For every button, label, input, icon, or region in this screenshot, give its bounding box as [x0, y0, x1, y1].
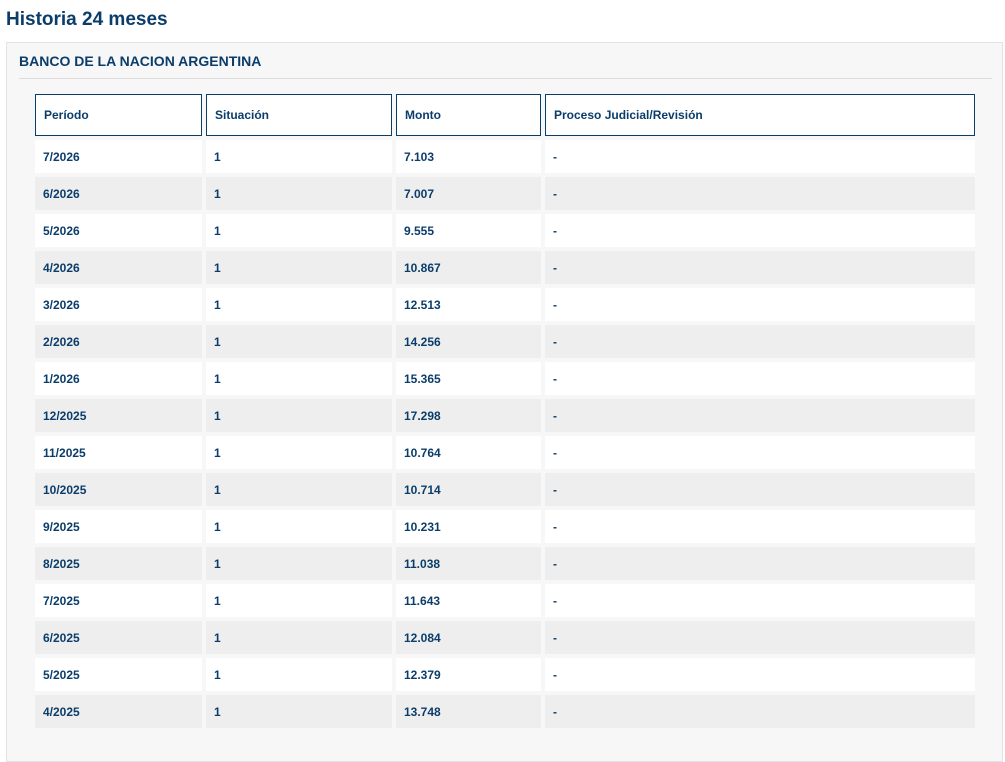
cell-monto: 14.256 — [396, 325, 541, 358]
cell-monto: 12.084 — [396, 621, 541, 654]
header-situacion: Situación — [206, 94, 392, 136]
cell-proceso-judicial: - — [545, 695, 975, 728]
cell-proceso-judicial: - — [545, 177, 975, 210]
cell-periodo: 2/2026 — [35, 325, 202, 358]
table-row: 4/2026 1 10.867- — [35, 251, 975, 284]
cell-monto: 9.555 — [396, 214, 541, 247]
cell-situacion: 1 — [206, 288, 392, 321]
cell-situacion: 1 — [206, 251, 392, 284]
header-monto: Monto — [396, 94, 541, 136]
cell-situacion: 1 — [206, 510, 392, 543]
header-proceso-judicial: Proceso Judicial/Revisión — [545, 94, 975, 136]
cell-situacion: 1 — [206, 140, 392, 173]
header-periodo: Período — [35, 94, 202, 136]
cell-periodo: 1/2026 — [35, 362, 202, 395]
table-row: 2/2026 1 14.256- — [35, 325, 975, 358]
cell-monto: 11.643 — [396, 584, 541, 617]
table-row: 12/2025 1 17.298- — [35, 399, 975, 432]
cell-proceso-judicial: - — [545, 251, 975, 284]
table-row: 7/2026 1 7.103- — [35, 140, 975, 173]
cell-periodo: 11/2025 — [35, 436, 202, 469]
cell-periodo: 7/2025 — [35, 584, 202, 617]
cell-monto: 12.513 — [396, 288, 541, 321]
cell-situacion: 1 — [206, 325, 392, 358]
table-row: 1/2026 1 15.365- — [35, 362, 975, 395]
cell-periodo: 6/2026 — [35, 177, 202, 210]
cell-monto: 11.038 — [396, 547, 541, 580]
cell-periodo: 6/2025 — [35, 621, 202, 654]
cell-monto: 10.764 — [396, 436, 541, 469]
cell-periodo: 10/2025 — [35, 473, 202, 506]
table-row: 8/2025 1 11.038- — [35, 547, 975, 580]
cell-situacion: 1 — [206, 621, 392, 654]
cell-periodo: 4/2025 — [35, 695, 202, 728]
cell-situacion: 1 — [206, 695, 392, 728]
cell-monto: 10.714 — [396, 473, 541, 506]
cell-monto: 10.231 — [396, 510, 541, 543]
table-row: 4/2025 1 13.748- — [35, 695, 975, 728]
cell-situacion: 1 — [206, 399, 392, 432]
cell-proceso-judicial: - — [545, 621, 975, 654]
cell-periodo: 8/2025 — [35, 547, 202, 580]
cell-situacion: 1 — [206, 473, 392, 506]
table-row: 7/2025 1 11.643- — [35, 584, 975, 617]
cell-proceso-judicial: - — [545, 362, 975, 395]
cell-proceso-judicial: - — [545, 214, 975, 247]
card-divider — [19, 78, 992, 79]
cell-monto: 13.748 — [396, 695, 541, 728]
cell-monto: 17.298 — [396, 399, 541, 432]
cell-proceso-judicial: - — [545, 510, 975, 543]
cell-proceso-judicial: - — [545, 325, 975, 358]
cell-monto: 15.365 — [396, 362, 541, 395]
table-row: 9/2025 1 10.231- — [35, 510, 975, 543]
cell-periodo: 7/2026 — [35, 140, 202, 173]
table-row: 5/2025 1 12.379- — [35, 658, 975, 691]
cell-proceso-judicial: - — [545, 547, 975, 580]
cell-periodo: 3/2026 — [35, 288, 202, 321]
cell-periodo: 4/2026 — [35, 251, 202, 284]
cell-situacion: 1 — [206, 584, 392, 617]
cell-situacion: 1 — [206, 547, 392, 580]
cell-proceso-judicial: - — [545, 436, 975, 469]
table-row: 6/2025 1 12.084- — [35, 621, 975, 654]
cell-proceso-judicial: - — [545, 584, 975, 617]
cell-periodo: 12/2025 — [35, 399, 202, 432]
bank-card: BANCO DE LA NACION ARGENTINA Período Sit… — [6, 42, 1003, 762]
cell-situacion: 1 — [206, 177, 392, 210]
history-table: Período Situación Monto Proceso Judicial… — [31, 90, 979, 732]
cell-monto: 7.007 — [396, 177, 541, 210]
table-header-row: Período Situación Monto Proceso Judicial… — [35, 94, 975, 136]
cell-situacion: 1 — [206, 362, 392, 395]
cell-monto: 10.867 — [396, 251, 541, 284]
table-row: 6/2026 1 7.007- — [35, 177, 975, 210]
cell-situacion: 1 — [206, 436, 392, 469]
table-body: 7/2026 1 7.103-6/2026 1 7.007-5/2026 1 9.555-4… — [35, 140, 975, 728]
cell-situacion: 1 — [206, 214, 392, 247]
table-row: 5/2026 1 9.555- — [35, 214, 975, 247]
cell-situacion: 1 — [206, 658, 392, 691]
cell-periodo: 9/2025 — [35, 510, 202, 543]
cell-proceso-judicial: - — [545, 658, 975, 691]
cell-proceso-judicial: - — [545, 473, 975, 506]
table-row: 11/2025 1 10.764- — [35, 436, 975, 469]
cell-proceso-judicial: - — [545, 140, 975, 173]
cell-monto: 12.379 — [396, 658, 541, 691]
cell-proceso-judicial: - — [545, 288, 975, 321]
cell-periodo: 5/2026 — [35, 214, 202, 247]
cell-monto: 7.103 — [396, 140, 541, 173]
table-row: 10/2025 1 10.714- — [35, 473, 975, 506]
cell-periodo: 5/2025 — [35, 658, 202, 691]
cell-proceso-judicial: - — [545, 399, 975, 432]
page-title: Historia 24 meses — [6, 9, 168, 30]
bank-name: BANCO DE LA NACION ARGENTINA — [19, 53, 262, 69]
table-row: 3/2026 1 12.513- — [35, 288, 975, 321]
